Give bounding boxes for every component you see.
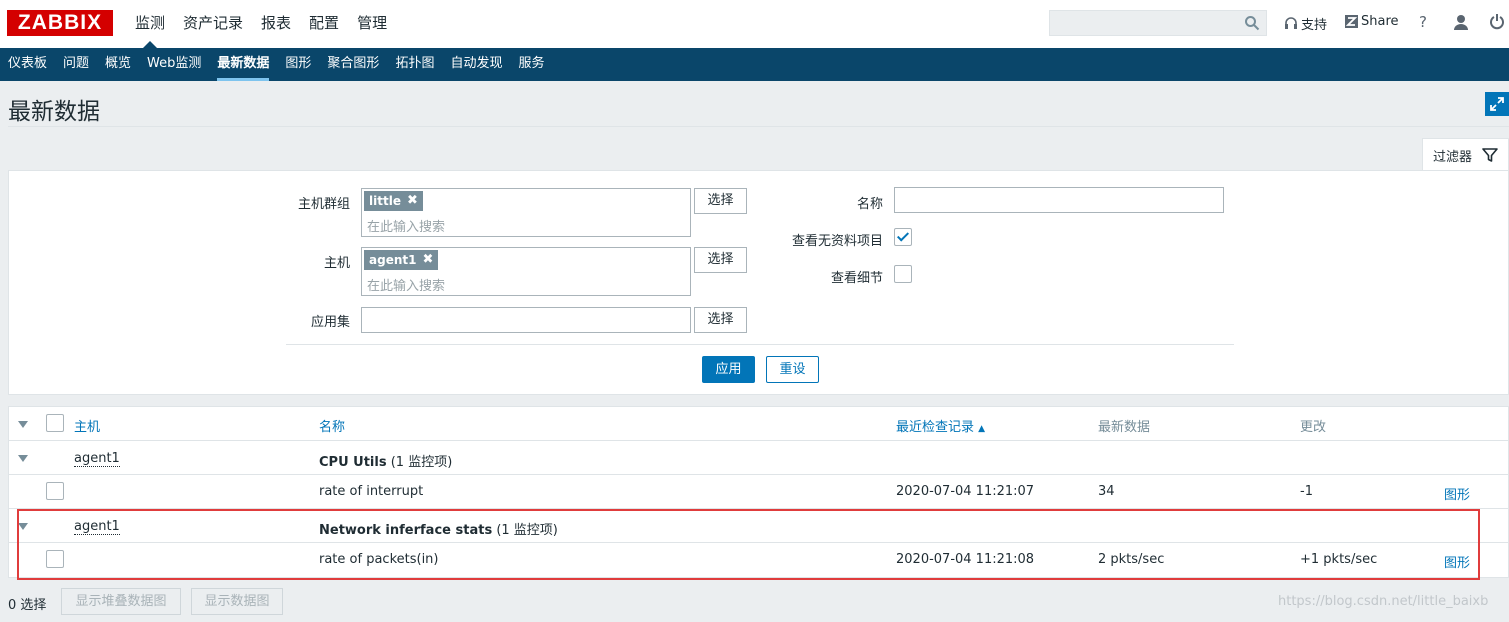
header-last-check[interactable]: 最近检查记录 ▲	[896, 416, 985, 435]
watermark: https://blog.csdn.net/little_baixb	[1278, 594, 1489, 609]
subnav-services[interactable]: 服务	[510, 48, 552, 81]
select-all-checkbox[interactable]	[46, 414, 64, 432]
nav-reports[interactable]: 报表	[252, 0, 300, 48]
subnav-web[interactable]: Web监测	[139, 48, 209, 81]
hostgroup-search-placeholder[interactable]: 在此输入搜索	[367, 216, 445, 235]
show-graph-button[interactable]: 显示数据图	[191, 588, 283, 615]
item-last-check: 2020-07-04 11:21:07	[896, 484, 1035, 499]
checkmark-icon	[896, 229, 910, 242]
highlight-box	[17, 509, 1480, 580]
nav-configuration[interactable]: 配置	[300, 0, 348, 48]
group-application: CPU Utils (1 监控项)	[319, 451, 452, 470]
subnav-problems[interactable]: 问题	[55, 48, 97, 81]
item-last-value: 34	[1098, 484, 1115, 499]
host-multiselect[interactable]: agent1 ✖ 在此输入搜索	[361, 247, 691, 296]
support-link[interactable]: 支持	[1284, 14, 1327, 33]
remove-chip-icon[interactable]: ✖	[422, 250, 433, 270]
show-stacked-graph-button[interactable]: 显示堆叠数据图	[61, 588, 181, 615]
subnav-graphs[interactable]: 图形	[277, 48, 319, 81]
host-label: 主机	[323, 256, 350, 271]
subnav-maps[interactable]: 拓扑图	[387, 48, 442, 81]
name-label: 名称	[856, 197, 883, 212]
share-z-icon	[1345, 15, 1358, 28]
selected-count: 0 选择	[8, 598, 47, 613]
subnav-latest-data[interactable]: 最新数据	[209, 48, 277, 81]
show-without-data-label: 查看无资料项目	[791, 234, 883, 249]
main-nav: 监测 资产记录 报表 配置 管理	[126, 0, 396, 48]
sub-nav: 仪表板 问题 概览 Web监测 最新数据 图形 聚合图形 拓扑图 自动发现 服务	[0, 48, 1509, 81]
nav-inventory[interactable]: 资产记录	[174, 0, 252, 48]
collapse-all-icon[interactable]	[18, 421, 28, 428]
collapse-group-icon[interactable]	[18, 455, 28, 462]
top-header: ZABBIX 监测 资产记录 报表 配置 管理 支持 Share ?	[0, 0, 1509, 48]
header-host[interactable]: 主机	[74, 416, 100, 435]
page-title: 最新数据	[8, 99, 100, 125]
item-count: (1 监控项)	[390, 455, 453, 470]
filter-tab-label: 过滤器	[1433, 149, 1473, 165]
fullscreen-button[interactable]	[1485, 92, 1509, 116]
search-icon[interactable]	[1244, 15, 1260, 31]
search-input[interactable]	[1049, 10, 1267, 36]
hostgroup-chip-label: little	[369, 194, 401, 208]
header-change: 更改	[1300, 420, 1327, 435]
host-chip: agent1 ✖	[364, 250, 439, 270]
hostgroup-select-button[interactable]: 选择	[694, 188, 747, 214]
name-input[interactable]	[894, 187, 1224, 213]
table-row: rate of interrupt 2020-07-04 11:21:07 34…	[9, 475, 1508, 509]
group-host[interactable]: agent1	[74, 451, 120, 467]
filter-divider	[286, 344, 1234, 345]
filter-tab[interactable]: 过滤器	[1422, 138, 1509, 171]
show-without-data-checkbox[interactable]	[894, 228, 912, 246]
show-details-label: 查看细节	[830, 271, 883, 286]
item-change: -1	[1300, 484, 1313, 499]
header-last-value: 最新数据	[1098, 420, 1151, 435]
header-name[interactable]: 名称	[319, 416, 345, 435]
expand-icon	[1490, 97, 1504, 111]
share-link[interactable]: Share	[1345, 14, 1399, 29]
subnav-dashboard[interactable]: 仪表板	[0, 48, 55, 81]
remove-chip-icon[interactable]: ✖	[407, 191, 418, 211]
nav-administration[interactable]: 管理	[348, 0, 396, 48]
zabbix-logo[interactable]: ZABBIX	[7, 10, 113, 36]
graph-link[interactable]: 图形	[1444, 484, 1470, 503]
host-link[interactable]: agent1	[74, 451, 120, 467]
subnav-overview[interactable]: 概览	[97, 48, 139, 81]
row-checkbox[interactable]	[46, 482, 64, 500]
host-search-placeholder[interactable]: 在此输入搜索	[367, 275, 445, 294]
application-name: CPU Utils	[319, 455, 387, 470]
filter-panel: 主机群组 little ✖ 在此输入搜索 选择 主机 agent1 ✖ 在此输入…	[8, 170, 1509, 395]
user-profile-icon[interactable]	[1452, 13, 1470, 31]
show-details-checkbox[interactable]	[894, 265, 912, 283]
subnav-discovery[interactable]: 自动发现	[442, 48, 510, 81]
table-group-row: agent1 CPU Utils (1 监控项)	[9, 441, 1508, 475]
help-icon[interactable]: ?	[1414, 13, 1432, 31]
item-name: rate of interrupt	[319, 484, 424, 499]
share-label: Share	[1361, 14, 1399, 29]
header-last-check-label: 最近检查记录	[896, 420, 975, 435]
hostgroup-chip: little ✖	[364, 191, 423, 211]
hostgroup-multiselect[interactable]: little ✖ 在此输入搜索	[361, 188, 691, 237]
title-divider	[8, 126, 1509, 127]
funnel-icon	[1482, 148, 1498, 162]
application-input[interactable]	[361, 307, 691, 333]
application-label: 应用集	[310, 315, 350, 330]
reset-button[interactable]: 重设	[766, 356, 819, 383]
sort-ascending-icon: ▲	[978, 424, 986, 434]
logout-icon[interactable]	[1488, 13, 1506, 31]
headset-icon	[1285, 16, 1297, 29]
support-label: 支持	[1301, 18, 1328, 33]
table-header: 主机 名称 最近检查记录 ▲ 最新数据 更改	[9, 407, 1508, 441]
apply-button[interactable]: 应用	[702, 356, 755, 383]
host-select-button[interactable]: 选择	[694, 247, 747, 273]
hostgroup-label: 主机群组	[297, 197, 350, 212]
nav-monitoring[interactable]: 监测	[126, 0, 174, 48]
application-select-button[interactable]: 选择	[694, 307, 747, 333]
host-chip-label: agent1	[369, 253, 417, 267]
subnav-screens[interactable]: 聚合图形	[319, 48, 387, 81]
